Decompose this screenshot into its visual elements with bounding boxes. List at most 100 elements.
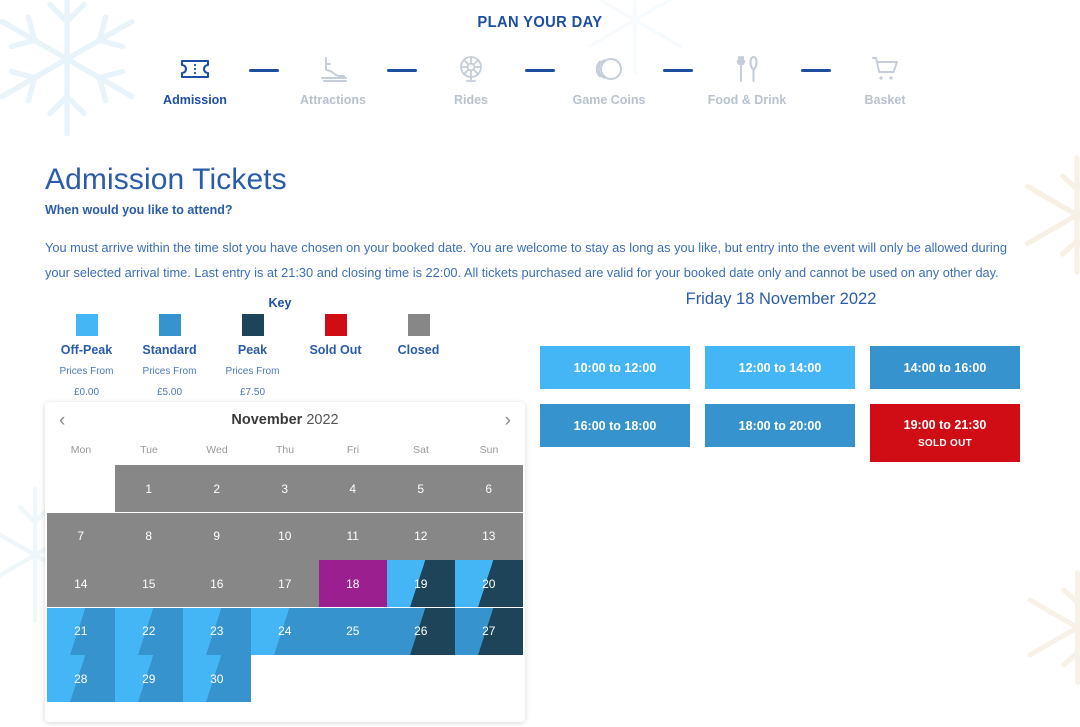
calendar-day-2[interactable]: 2 [183,465,251,512]
step-connector-2 [387,69,417,72]
calendar-day-11[interactable]: 11 [319,512,387,560]
calendar-day-number: 30 [210,671,224,686]
time-slot-label: 18:00 to 20:00 [738,418,822,433]
calendar-day-number: 24 [278,624,292,638]
calendar-day-20[interactable]: 20 [455,560,523,607]
step-attractions[interactable]: Attractions [279,52,387,107]
calendar-week-row: 14 15 16 17 18 19 20 [47,560,523,608]
calendar-day-29[interactable]: 29 [115,655,183,702]
time-slot-18-00-20-00[interactable]: 18:00 to 20:00 [705,404,855,447]
page-title: PLAN YOUR DAY [477,14,603,31]
time-slot-14-00-16-00[interactable]: 14:00 to 16:00 [870,346,1020,389]
calendar-day-22[interactable]: 22 [115,607,183,655]
calendar-day-number: 21 [74,624,88,638]
key-label: Off-Peak [60,343,113,357]
time-slot-12-00-14-00[interactable]: 12:00 to 14:00 [705,346,855,389]
step-rides-label: Rides [453,93,489,107]
step-rides[interactable]: Rides [417,52,525,107]
calendar-day-number: 16 [210,576,224,591]
key-price: £7.50 [239,387,266,398]
calendar-day-number: 29 [142,671,156,686]
calendar-day-26[interactable]: 26 [387,607,455,655]
time-slot-label: 19:00 to 21:30 [903,417,987,432]
calendar-day-number: 11 [346,529,359,543]
step-connector-5 [801,69,831,72]
step-admission[interactable]: Admission [141,52,249,107]
key-price: £0.00 [73,387,100,398]
time-slot-label: 10:00 to 12:00 [573,360,657,375]
calendar-day-24[interactable]: 24 [251,607,319,655]
calendar-cell-empty [387,655,455,702]
step-food-and-drink-label: Food & Drink [707,93,787,107]
calendar-day-number: 19 [414,576,428,591]
calendar-day-number: 1 [145,481,153,496]
calendar-next-month-button[interactable]: › [505,411,511,430]
key-price: £5.00 [156,387,183,398]
calendar-day-10[interactable]: 10 [251,512,319,560]
key-label: Sold Out [309,343,362,357]
calendar-day-1[interactable]: 1 [115,465,183,512]
calendar-day-9[interactable]: 9 [183,512,251,560]
calendar-day-19[interactable]: 19 [387,560,455,607]
key-prices-from: Prices From [59,366,114,377]
calendar-day-number: 28 [74,671,88,686]
calendar-day-21[interactable]: 21 [47,607,115,655]
calendar-dow-sun: Sun [479,444,499,456]
calendar-day-number: 14 [74,576,88,591]
calendar-day-27[interactable]: 27 [455,607,523,655]
calendar-day-30[interactable]: 30 [183,655,251,702]
calendar-day-number: 17 [278,576,292,591]
page-heading: Admission Tickets [45,163,287,196]
time-slot-10-00-12-00[interactable]: 10:00 to 12:00 [540,346,690,389]
calendar-cell-empty [455,655,523,702]
time-slot-list: 10:00 to 12:00 12:00 to 14:00 14:00 to 16:… [540,346,1040,462]
time-slot-panel: Friday 18 November 2022 10:00 to 12:00 12… [540,290,1040,462]
calendar-day-number: 18 [346,576,360,591]
key-swatch [158,314,181,336]
key-title: Key [268,296,292,310]
key-item-closed: Closed [377,314,460,398]
calendar-day-3[interactable]: 3 [251,465,319,512]
calendar-day-18[interactable]: 18 [319,560,387,607]
calendar-day-23[interactable]: 23 [183,607,251,655]
calendar-day-6[interactable]: 6 [455,465,523,512]
calendar-day-number: 2 [213,481,221,496]
calendar-day-number: 25 [346,624,360,638]
calendar-day-17[interactable]: 17 [251,560,319,607]
calendar-day-12[interactable]: 12 [387,512,455,560]
calendar-dow-wed: Wed [206,444,228,456]
calendar-day-number: 7 [77,529,85,543]
calendar-day-number: 10 [278,529,292,543]
calendar-day-25[interactable]: 25 [319,607,387,655]
time-slot-19-00-21-30[interactable]: 19:00 to 21:30 SOLD OUT [870,404,1020,462]
sold-out-badge: SOLD OUT [917,437,973,449]
key-swatch [75,314,98,336]
calendar-day-15[interactable]: 15 [115,560,183,607]
step-connector-1 [249,69,279,72]
calendar-day-13[interactable]: 13 [455,512,523,560]
arrival-info-text: You must arrive within the time slot you… [45,240,1007,280]
key-label: Closed [397,343,440,357]
ice-skate-icon [318,52,348,86]
calendar-day-14[interactable]: 14 [47,560,115,607]
step-game-coins-label: Game Coins [572,93,646,107]
step-game-coins[interactable]: Game Coins [555,52,663,107]
calendar-dow-tue: Tue [140,444,158,456]
time-slot-label: 16:00 to 18:00 [573,418,657,433]
time-slot-16-00-18-00[interactable]: 16:00 to 18:00 [540,404,690,447]
calendar-day-4[interactable]: 4 [319,465,387,512]
step-basket[interactable]: Basket [831,52,939,107]
calendar-day-number: 12 [414,529,428,543]
shopping-cart-icon [870,52,900,86]
calendar-day-8[interactable]: 8 [115,512,183,560]
step-food-and-drink[interactable]: Food & Drink [693,52,801,107]
key-label: Peak [237,343,268,357]
coins-icon [593,52,625,86]
key-item-standard: Standard Prices From £5.00 [128,314,211,398]
calendar-day-16[interactable]: 16 [183,560,251,607]
step-connector-3 [525,69,555,72]
calendar-day-7[interactable]: 7 [47,512,115,560]
calendar-day-5[interactable]: 5 [387,465,455,512]
key-swatch [324,314,347,336]
calendar-day-28[interactable]: 28 [47,655,115,702]
